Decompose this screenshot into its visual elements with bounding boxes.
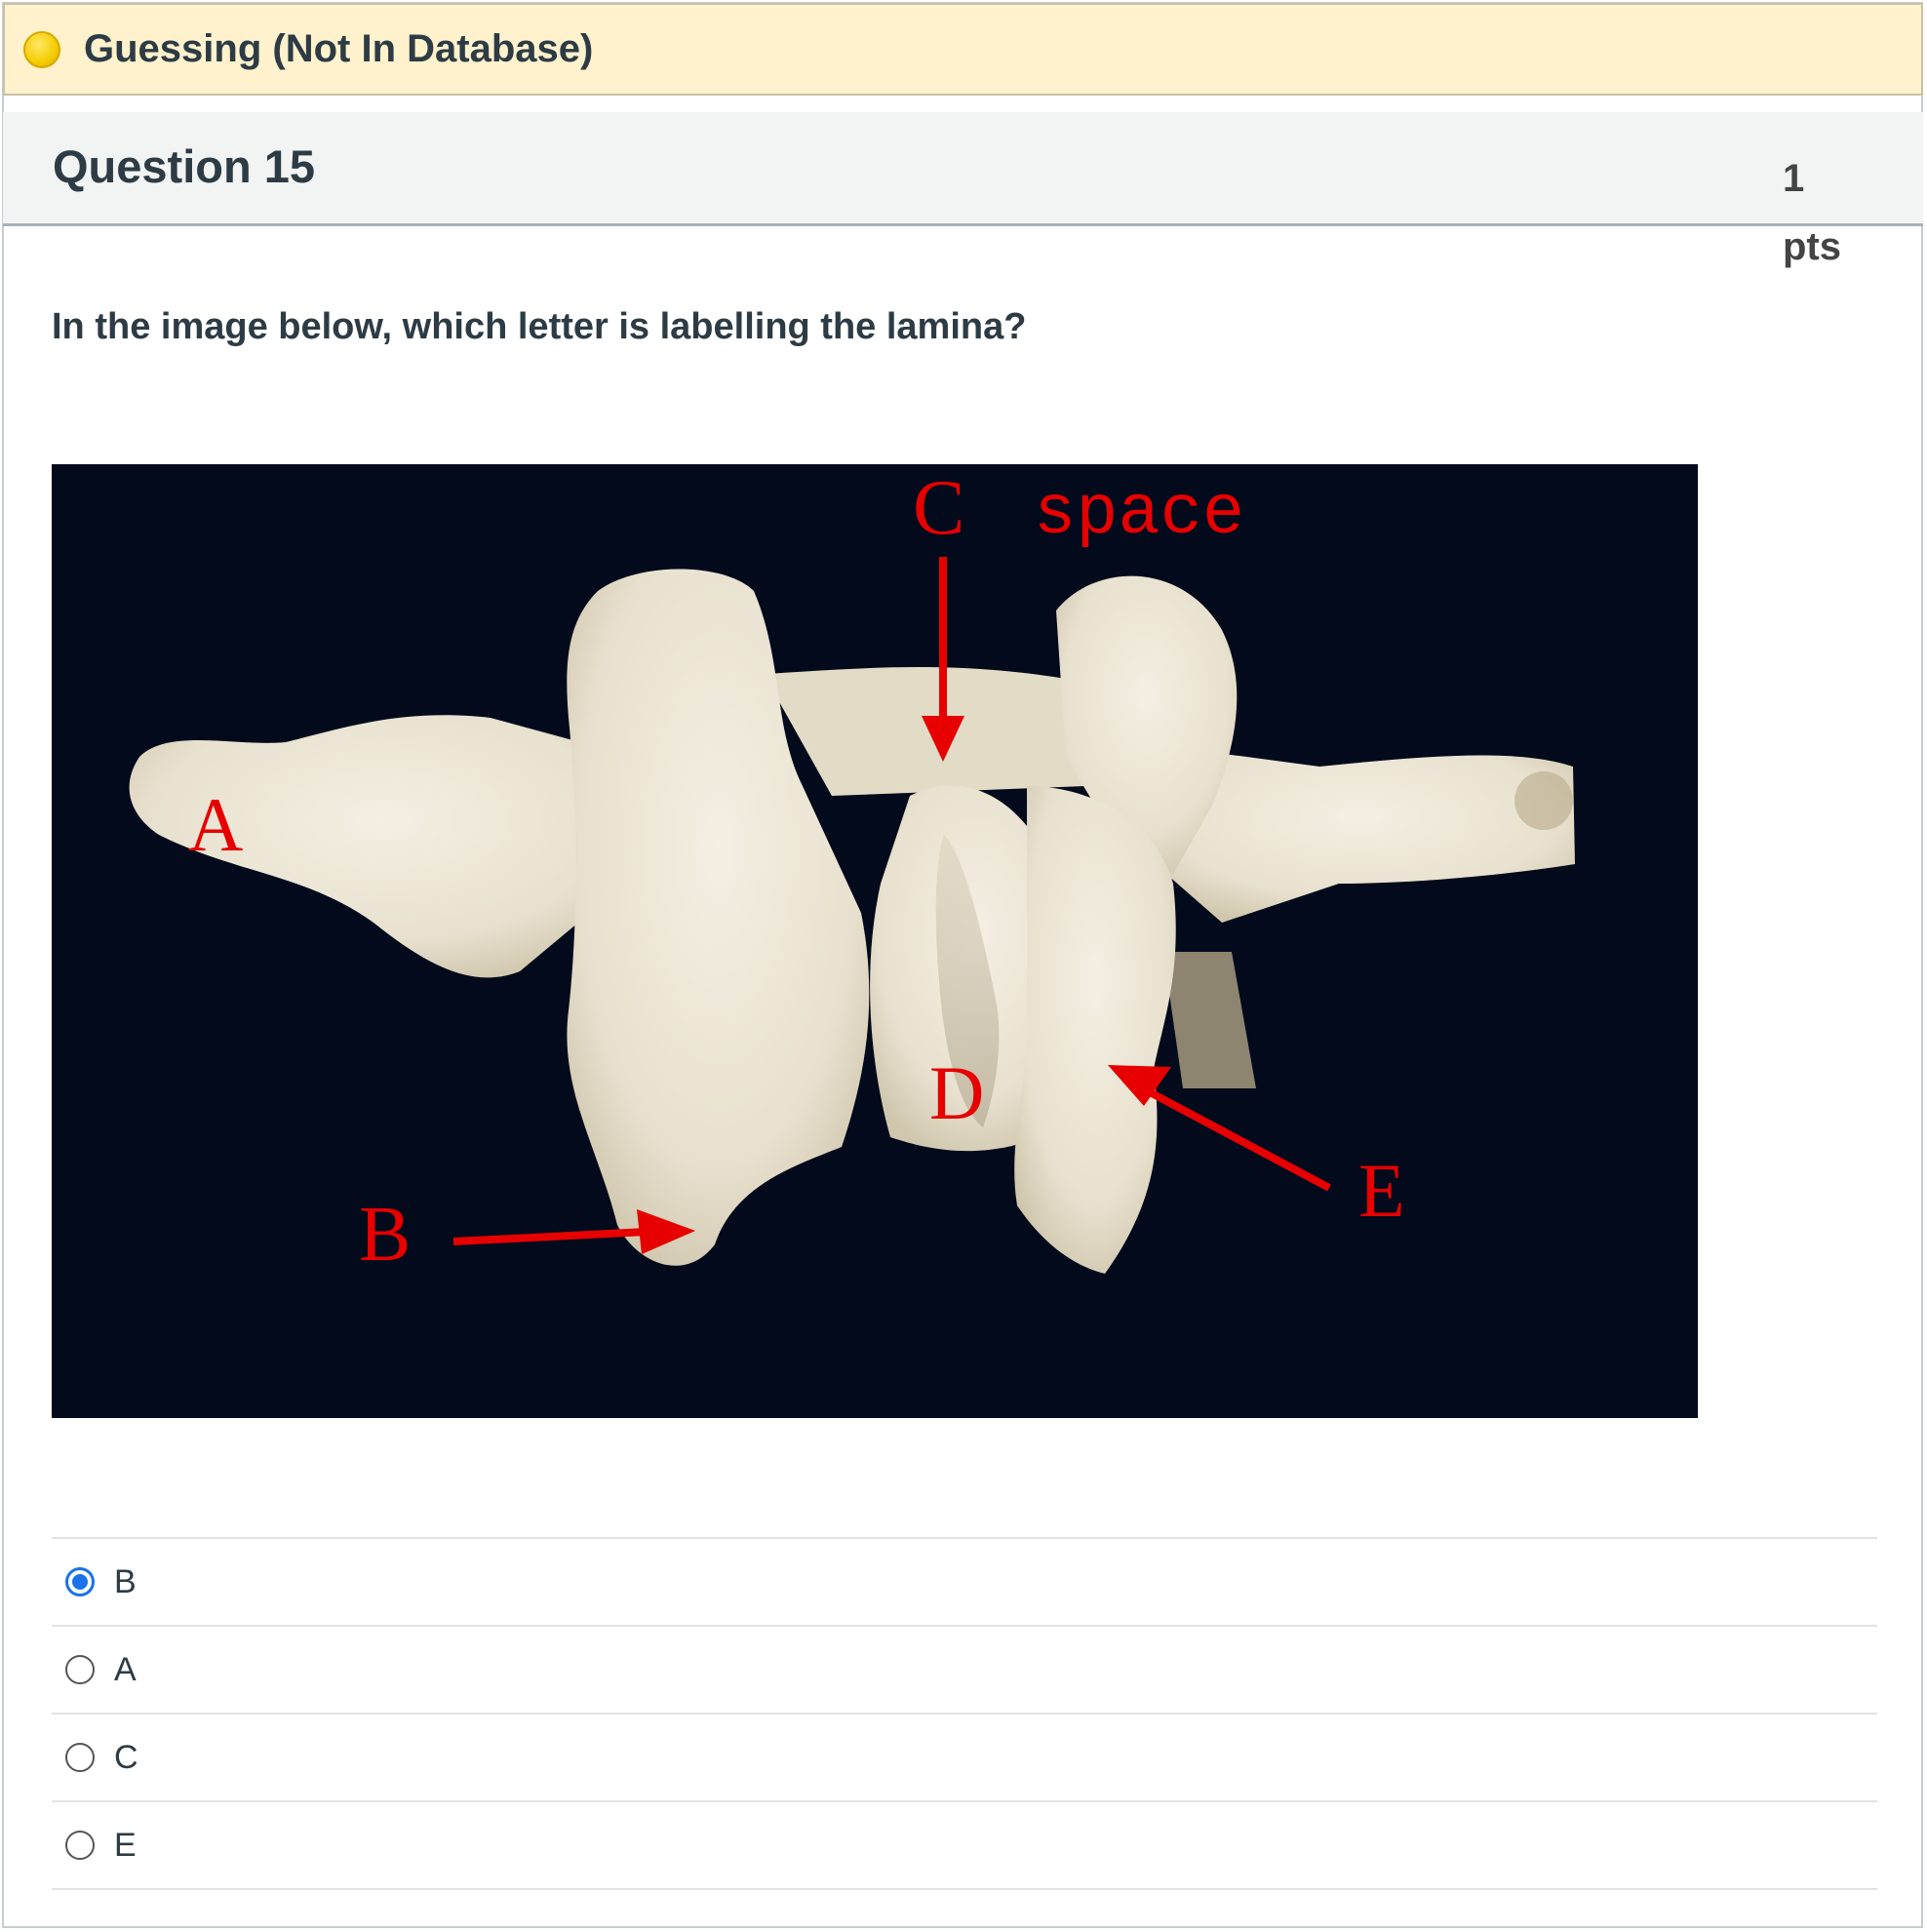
answer-list: B A C E	[52, 1537, 1877, 1890]
guess-status-bar: Guessing (Not In Database)	[3, 3, 1923, 96]
radio-icon[interactable]	[65, 1655, 95, 1684]
radio-selected-icon[interactable]	[65, 1567, 95, 1597]
points-value: 1	[1783, 157, 1805, 200]
guess-status-text: Guessing (Not In Database)	[84, 27, 594, 70]
question-points: 1 pts	[1783, 144, 1870, 281]
answer-label: C	[114, 1738, 138, 1776]
radio-icon[interactable]	[65, 1831, 95, 1860]
radio-icon[interactable]	[65, 1743, 95, 1772]
question-text: In the image below, which letter is labe…	[52, 306, 1027, 347]
answer-option-c[interactable]: C	[52, 1715, 1877, 1802]
figure-label-c: C	[913, 465, 965, 551]
vertebra-figure: C space A D E B	[52, 464, 1698, 1418]
answer-label: A	[114, 1650, 137, 1688]
question-title: Question 15	[53, 140, 316, 192]
yellow-circle-icon	[23, 30, 60, 68]
vertebra-illustration	[129, 557, 1575, 1274]
figure-label-d: D	[929, 1050, 985, 1135]
answer-option-b[interactable]: B	[52, 1539, 1877, 1627]
points-unit: pts	[1783, 225, 1841, 268]
answer-label: B	[114, 1562, 137, 1600]
figure-label-space: space	[1034, 474, 1245, 554]
figure-label-a: A	[188, 782, 244, 867]
answer-option-a[interactable]: A	[52, 1627, 1877, 1715]
figure-label-b: B	[359, 1192, 412, 1278]
answer-label: E	[114, 1826, 137, 1864]
answer-option-e[interactable]: E	[52, 1802, 1877, 1890]
figure-label-e: E	[1358, 1148, 1405, 1233]
question-header: Question 15 1 pts	[3, 112, 1923, 268]
